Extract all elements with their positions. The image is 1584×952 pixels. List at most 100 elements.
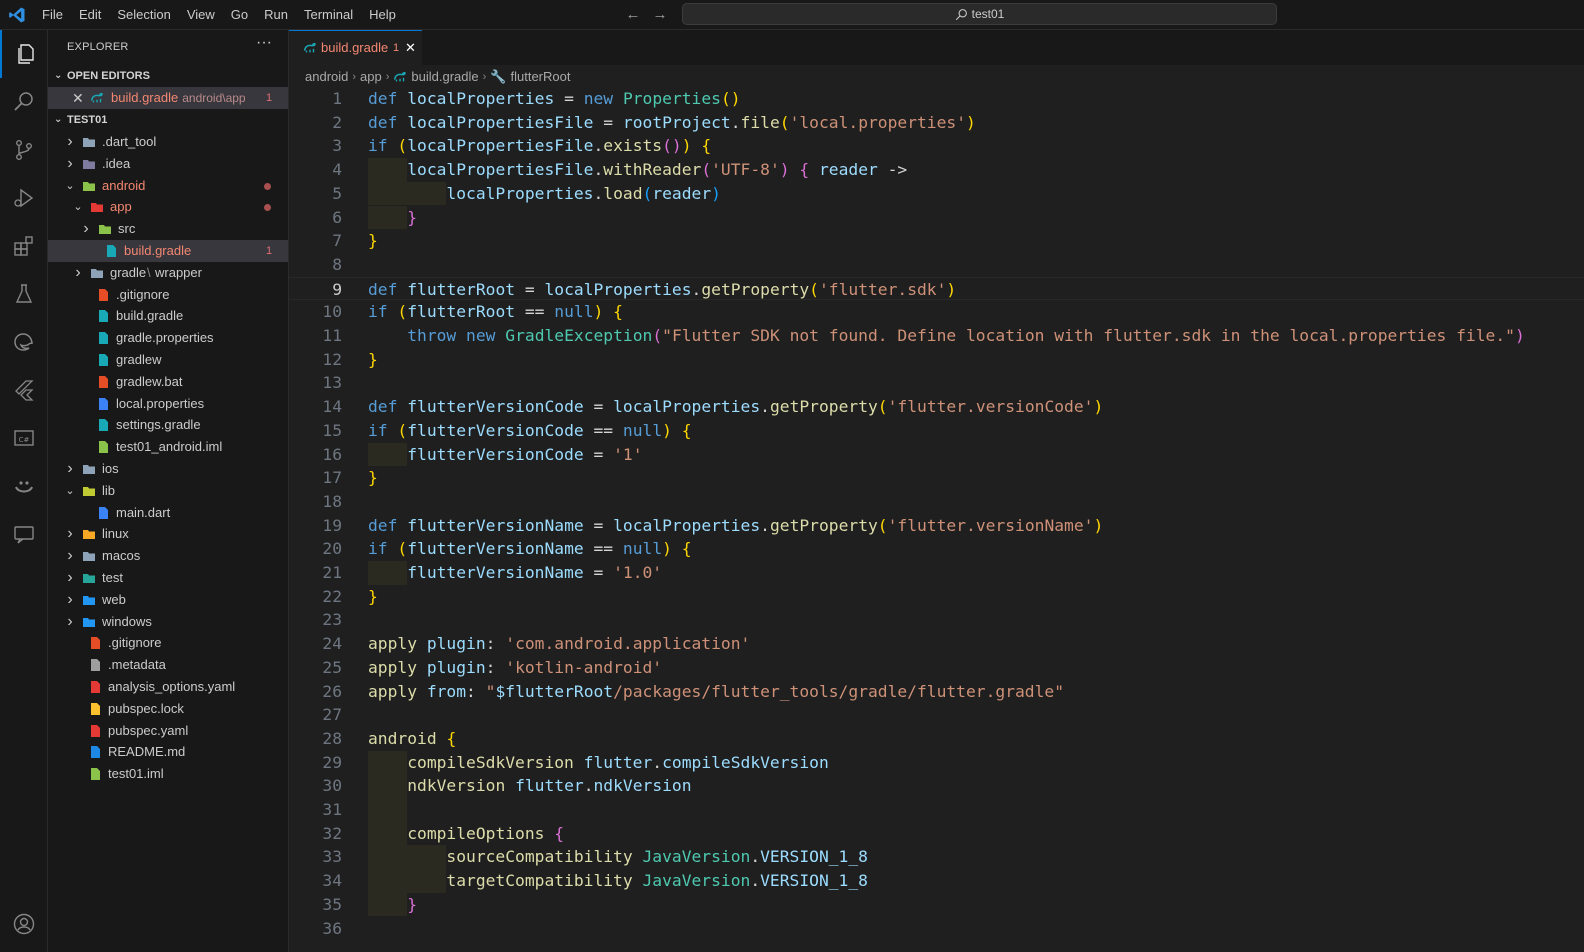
workspace-header[interactable]: ⌄ TEST01 [48,109,288,131]
file-item[interactable]: build.gradle 1 [48,240,288,262]
file-item[interactable]: .gitignore [48,284,288,306]
folder-item[interactable]: › web [48,589,288,611]
search-icon[interactable] [0,78,48,126]
folder-item[interactable]: › .idea [48,153,288,175]
open-editor-path: android\app [182,91,246,105]
source-control-icon[interactable] [0,126,48,174]
menu-run[interactable]: Run [256,0,296,30]
breadcrumb-symbol[interactable]: flutterRoot [511,66,571,88]
line-number: 6 [332,207,342,227]
file-item[interactable]: build.gradle [48,305,288,327]
tree-item-label: gradle [110,264,147,280]
breadcrumb-android[interactable]: android [305,66,348,88]
back-arrow-icon[interactable]: ← [624,6,642,24]
menu-help[interactable]: Help [361,0,404,30]
csharp-icon[interactable]: C# [0,414,48,462]
open-editor-item[interactable]: ✕ build.gradle android\app 1 [48,87,288,109]
folder-icon [83,530,95,540]
folder-item[interactable]: › test [48,567,288,589]
testing-icon[interactable] [0,270,48,318]
menu-selection[interactable]: Selection [109,0,178,30]
breadcrumb: android › app › build.gradle › 🔧 flutter… [305,66,570,88]
folder-item[interactable]: › linux [48,523,288,545]
run-debug-icon[interactable] [0,174,48,222]
flutter-icon[interactable] [0,366,48,414]
file-item[interactable]: gradlew [48,349,288,371]
chevron-right-icon: › [67,547,73,565]
code-text: android { [368,728,457,748]
file-item[interactable]: main.dart [48,502,288,524]
folder-item[interactable]: › windows [48,611,288,633]
code-text: sourceCompatibility JavaVersion.VERSION_… [446,847,868,867]
close-icon[interactable]: ✕ [72,87,84,109]
edge-icon[interactable] [0,318,48,366]
explorer-icon[interactable] [0,30,48,78]
open-editors-header[interactable]: ⌄ OPEN EDITORS [48,65,288,87]
folder-item[interactable]: › ios [48,458,288,480]
tree-item-label: build.gradle [124,243,192,258]
extensions-icon[interactable] [0,222,48,270]
folder-item[interactable]: › .dart_tool [48,131,288,153]
file-item[interactable]: test01_android.iml [48,436,288,458]
sidebar-title: EXPLORER [67,41,129,53]
menu-edit[interactable]: Edit [71,0,109,30]
code-text: apply plugin: 'kotlin-android' [368,657,663,677]
code-line: 34 targetCompatibility JavaVersion.VERSI… [289,869,1584,893]
folder-item[interactable]: › macos [48,545,288,567]
command-center-search[interactable]: test01 [682,3,1277,25]
folder-item[interactable]: ⌄ lib [48,480,288,502]
menu-go[interactable]: Go [223,0,256,30]
file-item[interactable]: pubspec.yaml [48,720,288,742]
chat-icon[interactable] [0,510,48,558]
line-number: 27 [322,705,342,725]
code-line: 14 def flutterVersionCode = localProperti… [289,395,1584,419]
file-item[interactable]: gradle.properties [48,327,288,349]
breadcrumb-file[interactable]: build.gradle [411,66,478,88]
line-number: 24 [322,634,342,654]
file-item[interactable]: README.md [48,741,288,763]
folder-icon [83,574,95,583]
forward-arrow-icon[interactable]: → [651,6,669,24]
file-item[interactable]: .metadata [48,654,288,676]
code-line: 4 localPropertiesFile.withReader('UTF-8'… [289,158,1584,182]
copilot-icon[interactable] [0,462,48,510]
line-number: 19 [322,515,342,535]
line-number: 36 [322,918,342,938]
folder-item[interactable]: ⌄ app [48,196,288,218]
menu-file[interactable]: File [34,0,71,30]
breadcrumb-app[interactable]: app [360,66,382,88]
line-number: 15 [322,420,342,440]
code-text: def flutterRoot = localProperties.getPro… [368,279,957,299]
line-number: 1 [332,89,342,108]
folder-icon [83,552,95,562]
chevron-right-icon: › [67,590,73,608]
tree-item-label: .gitignore [108,635,162,651]
code-text: targetCompatibility JavaVersion.VERSION_… [446,871,868,891]
code-editor[interactable]: 1 def localProperties = new Properties() 2… [289,87,1584,952]
wrench-icon: 🔧 [490,69,507,84]
more-actions-icon[interactable]: ··· [256,34,272,52]
code-line: 11 throw new GradleException("Flutter SD… [289,324,1584,348]
modified-dot-icon [264,182,271,190]
file-item[interactable]: settings.gradle [48,414,288,436]
account-icon[interactable] [0,900,48,948]
line-number: 13 [322,373,342,393]
close-icon[interactable]: ✕ [405,31,416,65]
file-item[interactable]: test01.iml [48,763,288,785]
folder-item[interactable]: › gradle \ wrapper [48,262,288,284]
file-item[interactable]: analysis_options.yaml [48,676,288,698]
tab-build-gradle[interactable]: build.gradle 1 ✕ [289,30,422,65]
menu-view[interactable]: View [179,0,223,30]
file-item[interactable]: local.properties [48,393,288,415]
file-item[interactable]: pubspec.lock [48,698,288,720]
file-item[interactable]: .gitignore [48,632,288,654]
folder-item[interactable]: › src [48,218,288,240]
menu-terminal[interactable]: Terminal [296,0,361,30]
file-icon [99,288,108,301]
problem-count-badge: 1 [266,92,273,104]
folder-item[interactable]: ⌄ android [48,175,288,197]
file-item[interactable]: gradlew.bat [48,371,288,393]
tree-item-label: analysis_options.yaml [108,679,236,694]
code-line: 2 def localPropertiesFile = rootProject.f… [289,111,1584,135]
folder-icon [83,465,95,474]
